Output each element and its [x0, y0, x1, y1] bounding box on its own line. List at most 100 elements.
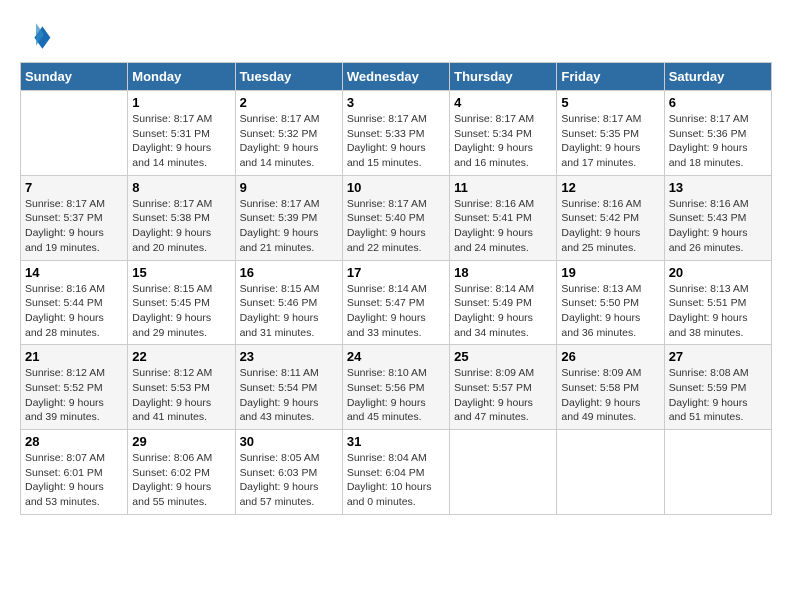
daylight-hours: Daylight: 9 hours and 21 minutes. — [240, 227, 319, 254]
day-number: 11 — [454, 180, 552, 195]
daylight-hours: Daylight: 9 hours and 45 minutes. — [347, 397, 426, 424]
sunrise-time: Sunrise: 8:17 AM — [132, 198, 212, 210]
sunrise-time: Sunrise: 8:10 AM — [347, 367, 427, 379]
sunrise-time: Sunrise: 8:04 AM — [347, 452, 427, 464]
daylight-hours: Daylight: 9 hours and 31 minutes. — [240, 312, 319, 339]
daylight-hours: Daylight: 9 hours and 26 minutes. — [669, 227, 748, 254]
weekday-header: Tuesday — [235, 63, 342, 91]
calendar-cell: 31 Sunrise: 8:04 AM Sunset: 6:04 PM Dayl… — [342, 430, 449, 515]
day-number: 1 — [132, 95, 230, 110]
day-number: 27 — [669, 349, 767, 364]
sunrise-time: Sunrise: 8:17 AM — [347, 113, 427, 125]
calendar-cell: 11 Sunrise: 8:16 AM Sunset: 5:41 PM Dayl… — [450, 175, 557, 260]
calendar-cell: 13 Sunrise: 8:16 AM Sunset: 5:43 PM Dayl… — [664, 175, 771, 260]
day-info: Sunrise: 8:06 AM Sunset: 6:02 PM Dayligh… — [132, 451, 230, 510]
day-info: Sunrise: 8:15 AM Sunset: 5:45 PM Dayligh… — [132, 282, 230, 341]
sunrise-time: Sunrise: 8:17 AM — [240, 113, 320, 125]
day-info: Sunrise: 8:09 AM Sunset: 5:57 PM Dayligh… — [454, 366, 552, 425]
weekday-header: Saturday — [664, 63, 771, 91]
day-info: Sunrise: 8:12 AM Sunset: 5:52 PM Dayligh… — [25, 366, 123, 425]
day-number: 13 — [669, 180, 767, 195]
daylight-hours: Daylight: 9 hours and 15 minutes. — [347, 142, 426, 169]
sunrise-time: Sunrise: 8:14 AM — [454, 283, 534, 295]
day-number: 5 — [561, 95, 659, 110]
day-info: Sunrise: 8:17 AM Sunset: 5:31 PM Dayligh… — [132, 112, 230, 171]
sunrise-time: Sunrise: 8:16 AM — [561, 198, 641, 210]
calendar-table: SundayMondayTuesdayWednesdayThursdayFrid… — [20, 62, 772, 515]
day-number: 18 — [454, 265, 552, 280]
day-number: 22 — [132, 349, 230, 364]
sunset-time: Sunset: 5:37 PM — [25, 212, 103, 224]
sunset-time: Sunset: 5:35 PM — [561, 128, 639, 140]
calendar-cell: 8 Sunrise: 8:17 AM Sunset: 5:38 PM Dayli… — [128, 175, 235, 260]
day-number: 4 — [454, 95, 552, 110]
day-number: 2 — [240, 95, 338, 110]
sunrise-time: Sunrise: 8:17 AM — [454, 113, 534, 125]
sunset-time: Sunset: 5:58 PM — [561, 382, 639, 394]
day-number: 3 — [347, 95, 445, 110]
daylight-hours: Daylight: 10 hours and 0 minutes. — [347, 481, 432, 508]
sunset-time: Sunset: 5:40 PM — [347, 212, 425, 224]
calendar-cell: 1 Sunrise: 8:17 AM Sunset: 5:31 PM Dayli… — [128, 91, 235, 176]
day-number: 16 — [240, 265, 338, 280]
day-number: 10 — [347, 180, 445, 195]
day-number: 15 — [132, 265, 230, 280]
sunset-time: Sunset: 5:42 PM — [561, 212, 639, 224]
sunset-time: Sunset: 5:46 PM — [240, 297, 318, 309]
calendar-cell: 3 Sunrise: 8:17 AM Sunset: 5:33 PM Dayli… — [342, 91, 449, 176]
calendar-cell: 19 Sunrise: 8:13 AM Sunset: 5:50 PM Dayl… — [557, 260, 664, 345]
weekday-header: Monday — [128, 63, 235, 91]
daylight-hours: Daylight: 9 hours and 34 minutes. — [454, 312, 533, 339]
day-number: 6 — [669, 95, 767, 110]
day-info: Sunrise: 8:15 AM Sunset: 5:46 PM Dayligh… — [240, 282, 338, 341]
calendar-cell: 12 Sunrise: 8:16 AM Sunset: 5:42 PM Dayl… — [557, 175, 664, 260]
calendar-week-row: 1 Sunrise: 8:17 AM Sunset: 5:31 PM Dayli… — [21, 91, 772, 176]
day-number: 24 — [347, 349, 445, 364]
sunset-time: Sunset: 5:50 PM — [561, 297, 639, 309]
logo-icon — [20, 20, 52, 52]
sunrise-time: Sunrise: 8:05 AM — [240, 452, 320, 464]
sunrise-time: Sunrise: 8:17 AM — [25, 198, 105, 210]
sunset-time: Sunset: 5:39 PM — [240, 212, 318, 224]
day-info: Sunrise: 8:16 AM Sunset: 5:43 PM Dayligh… — [669, 197, 767, 256]
daylight-hours: Daylight: 9 hours and 24 minutes. — [454, 227, 533, 254]
sunset-time: Sunset: 5:38 PM — [132, 212, 210, 224]
sunrise-time: Sunrise: 8:14 AM — [347, 283, 427, 295]
day-number: 14 — [25, 265, 123, 280]
sunset-time: Sunset: 5:31 PM — [132, 128, 210, 140]
sunset-time: Sunset: 6:01 PM — [25, 467, 103, 479]
calendar-cell: 6 Sunrise: 8:17 AM Sunset: 5:36 PM Dayli… — [664, 91, 771, 176]
sunrise-time: Sunrise: 8:17 AM — [240, 198, 320, 210]
sunrise-time: Sunrise: 8:13 AM — [669, 283, 749, 295]
day-info: Sunrise: 8:05 AM Sunset: 6:03 PM Dayligh… — [240, 451, 338, 510]
day-number: 7 — [25, 180, 123, 195]
calendar-cell: 2 Sunrise: 8:17 AM Sunset: 5:32 PM Dayli… — [235, 91, 342, 176]
calendar-week-row: 14 Sunrise: 8:16 AM Sunset: 5:44 PM Dayl… — [21, 260, 772, 345]
day-info: Sunrise: 8:09 AM Sunset: 5:58 PM Dayligh… — [561, 366, 659, 425]
calendar-cell: 26 Sunrise: 8:09 AM Sunset: 5:58 PM Dayl… — [557, 345, 664, 430]
sunset-time: Sunset: 5:53 PM — [132, 382, 210, 394]
calendar-cell: 29 Sunrise: 8:06 AM Sunset: 6:02 PM Dayl… — [128, 430, 235, 515]
calendar-cell: 27 Sunrise: 8:08 AM Sunset: 5:59 PM Dayl… — [664, 345, 771, 430]
day-number: 29 — [132, 434, 230, 449]
sunrise-time: Sunrise: 8:16 AM — [669, 198, 749, 210]
day-info: Sunrise: 8:17 AM Sunset: 5:37 PM Dayligh… — [25, 197, 123, 256]
calendar-cell: 22 Sunrise: 8:12 AM Sunset: 5:53 PM Dayl… — [128, 345, 235, 430]
daylight-hours: Daylight: 9 hours and 25 minutes. — [561, 227, 640, 254]
day-number: 21 — [25, 349, 123, 364]
sunset-time: Sunset: 5:59 PM — [669, 382, 747, 394]
sunset-time: Sunset: 5:49 PM — [454, 297, 532, 309]
day-info: Sunrise: 8:12 AM Sunset: 5:53 PM Dayligh… — [132, 366, 230, 425]
calendar-cell — [664, 430, 771, 515]
daylight-hours: Daylight: 9 hours and 17 minutes. — [561, 142, 640, 169]
day-info: Sunrise: 8:04 AM Sunset: 6:04 PM Dayligh… — [347, 451, 445, 510]
sunset-time: Sunset: 5:45 PM — [132, 297, 210, 309]
day-info: Sunrise: 8:07 AM Sunset: 6:01 PM Dayligh… — [25, 451, 123, 510]
daylight-hours: Daylight: 9 hours and 22 minutes. — [347, 227, 426, 254]
sunset-time: Sunset: 5:36 PM — [669, 128, 747, 140]
sunrise-time: Sunrise: 8:12 AM — [132, 367, 212, 379]
weekday-header: Wednesday — [342, 63, 449, 91]
day-info: Sunrise: 8:13 AM Sunset: 5:51 PM Dayligh… — [669, 282, 767, 341]
calendar-cell: 25 Sunrise: 8:09 AM Sunset: 5:57 PM Dayl… — [450, 345, 557, 430]
daylight-hours: Daylight: 9 hours and 49 minutes. — [561, 397, 640, 424]
